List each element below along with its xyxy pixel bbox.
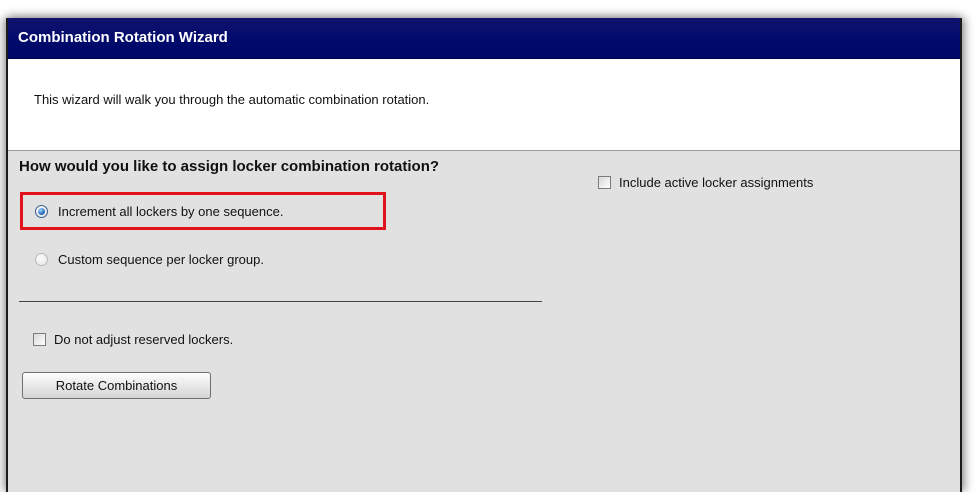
intro-text: This wizard will walk you through the au… [34, 92, 430, 107]
rotate-combinations-button[interactable]: Rotate Combinations [22, 372, 211, 399]
window-title: Combination Rotation Wizard [8, 18, 960, 59]
intro-section: This wizard will walk you through the au… [8, 59, 960, 151]
reserved-option[interactable]: Do not adjust reserved lockers. [33, 332, 233, 347]
section-divider [19, 301, 542, 302]
custom-label: Custom sequence per locker group. [58, 252, 264, 267]
increment-radio[interactable] [35, 205, 48, 218]
option-custom[interactable]: Custom sequence per locker group. [35, 252, 264, 267]
rotation-question: How would you like to assign locker comb… [19, 158, 440, 175]
options-panel: How would you like to assign locker comb… [8, 151, 960, 492]
include-active-checkbox[interactable] [598, 176, 611, 189]
include-active-option[interactable]: Include active locker assignments [598, 175, 813, 190]
custom-radio[interactable] [35, 253, 48, 266]
reserved-label: Do not adjust reserved lockers. [54, 332, 234, 347]
option-increment[interactable]: Increment all lockers by one sequence. [35, 204, 283, 219]
reserved-checkbox[interactable] [33, 333, 46, 346]
increment-label: Increment all lockers by one sequence. [58, 204, 284, 219]
include-active-label: Include active locker assignments [619, 175, 814, 190]
wizard-window: Combination Rotation Wizard This wizard … [6, 18, 962, 492]
